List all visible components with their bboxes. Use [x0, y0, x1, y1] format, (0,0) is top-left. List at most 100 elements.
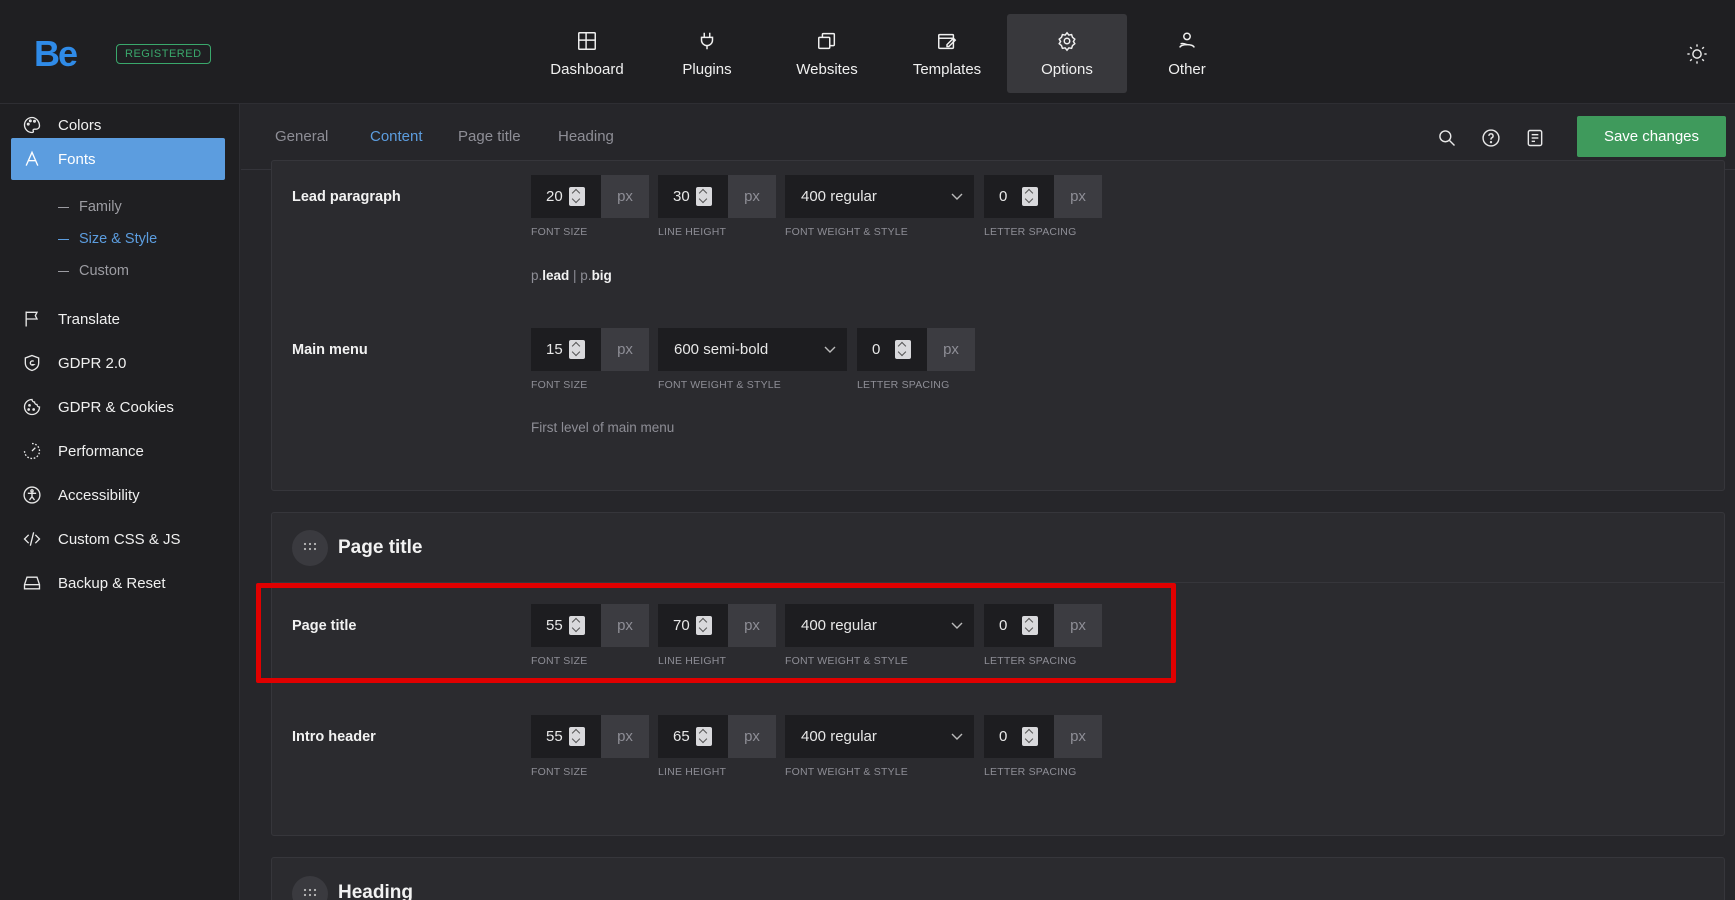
font-size-input[interactable]: 20 — [531, 175, 601, 218]
templates-icon — [938, 33, 957, 49]
nav-label: Options — [1041, 60, 1093, 78]
drag-handle-icon[interactable] — [292, 530, 328, 566]
sidebar: Colors Fonts Family Size & Style Custom … — [0, 104, 240, 900]
stepper-icon[interactable] — [696, 187, 712, 206]
gear-icon — [1058, 31, 1076, 51]
letter-spacing-input[interactable]: 0 — [984, 175, 1054, 218]
font-weight-select[interactable]: 400 regular — [785, 715, 974, 758]
other-icon — [1179, 31, 1195, 48]
highlight-box — [256, 583, 1176, 683]
field-label: FONT SIZE — [531, 766, 588, 778]
gauge-icon — [23, 442, 41, 460]
chevron-down-icon — [951, 193, 963, 200]
font-size-field: 55 px — [531, 715, 649, 758]
unit-label: px — [601, 715, 649, 758]
registered-badge: REGISTERED — [116, 44, 211, 64]
sidebar-item-gdpr2[interactable]: GDPR 2.0 — [11, 342, 225, 384]
line-height-input[interactable]: 30 — [658, 175, 728, 218]
font-weight-select[interactable]: 400 regular — [785, 175, 974, 218]
value: 65 — [673, 728, 690, 745]
field-label: FONT WEIGHT & STYLE — [658, 379, 782, 391]
card-header: Page title — [272, 513, 1724, 583]
font-weight-select[interactable]: 600 semi-bold — [658, 328, 847, 371]
sidebar-item-custom-css-js[interactable]: Custom CSS & JS — [11, 518, 225, 560]
sidebar-item-label: GDPR 2.0 — [58, 354, 127, 372]
css-selector-note: p.lead | p.big — [531, 268, 612, 283]
menu-note: First level of main menu — [531, 420, 675, 435]
nav-options[interactable]: Options — [1007, 14, 1127, 93]
plug-icon — [700, 32, 714, 49]
notes-icon[interactable] — [1525, 128, 1545, 148]
line-height-input[interactable]: 65 — [658, 715, 728, 758]
nav-other[interactable]: Other — [1127, 14, 1247, 93]
sidebar-sub-size-style[interactable]: Size & Style — [58, 231, 157, 247]
nav-label: Plugins — [682, 60, 732, 78]
line-height-field: 65 px — [658, 715, 776, 758]
sun-icon[interactable] — [1686, 43, 1708, 65]
stepper-icon[interactable] — [1022, 727, 1038, 746]
cookie-icon — [23, 398, 41, 416]
font-size-input[interactable]: 15 — [531, 328, 601, 371]
sidebar-item-fonts[interactable]: Fonts — [11, 138, 225, 180]
drag-handle-icon[interactable] — [292, 876, 328, 900]
font-icon — [25, 150, 39, 166]
section-title: Heading — [338, 882, 413, 900]
main-nav: Dashboard Plugins Websites Templates Opt… — [527, 14, 1247, 93]
value: 600 semi-bold — [674, 341, 769, 358]
letter-spacing-field: 0 px — [984, 715, 1102, 758]
row-label: Lead paragraph — [292, 189, 401, 205]
note-text: p. — [580, 268, 592, 283]
sidebar-item-backup-reset[interactable]: Backup & Reset — [11, 562, 225, 604]
heading-card: Heading — [271, 857, 1725, 900]
value: 55 — [546, 728, 563, 745]
field-label: FONT SIZE — [531, 379, 588, 391]
chevron-down-icon — [951, 733, 963, 740]
nav-label: Dashboard — [550, 60, 624, 78]
sidebar-item-performance[interactable]: Performance — [11, 430, 225, 472]
font-size-field: 20 px — [531, 175, 649, 218]
stepper-icon[interactable] — [895, 340, 911, 359]
letter-spacing-input[interactable]: 0 — [857, 328, 927, 371]
websites-icon — [818, 32, 836, 49]
sidebar-item-translate[interactable]: Translate — [11, 298, 225, 340]
sidebar-item-accessibility[interactable]: Accessibility — [11, 474, 225, 516]
font-size-field: 15 px — [531, 328, 649, 371]
line-height-field: 30 px — [658, 175, 776, 218]
sidebar-sub-custom[interactable]: Custom — [58, 263, 129, 279]
save-button[interactable]: Save changes — [1577, 116, 1726, 157]
nav-plugins[interactable]: Plugins — [647, 14, 767, 93]
letter-spacing-input[interactable]: 0 — [984, 715, 1054, 758]
sidebar-item-label: Fonts — [58, 150, 96, 168]
logo[interactable]: Be — [34, 33, 78, 75]
stepper-icon[interactable] — [569, 187, 585, 206]
stepper-icon[interactable] — [696, 727, 712, 746]
sidebar-sub-label: Family — [79, 199, 122, 215]
letter-spacing-field: 0 px — [857, 328, 975, 371]
unit-label: px — [601, 175, 649, 218]
sidebar-item-gdpr-cookies[interactable]: GDPR & Cookies — [11, 386, 225, 428]
note-text: lead — [542, 268, 570, 283]
sidebar-sub-family[interactable]: Family — [58, 199, 122, 215]
nav-templates[interactable]: Templates — [887, 14, 1007, 93]
palette-icon — [23, 116, 41, 134]
sidebar-item-label: Custom CSS & JS — [58, 530, 181, 548]
stepper-icon[interactable] — [1022, 187, 1038, 206]
search-icon[interactable] — [1437, 128, 1457, 148]
unit-label: px — [1054, 715, 1102, 758]
sidebar-item-label: GDPR & Cookies — [58, 398, 174, 416]
nav-websites[interactable]: Websites — [767, 14, 887, 93]
section-title: Page title — [338, 537, 423, 558]
field-label: FONT WEIGHT & STYLE — [785, 226, 909, 238]
sidebar-sub-label: Size & Style — [79, 231, 158, 247]
stepper-icon[interactable] — [569, 340, 585, 359]
value: 20 — [546, 188, 563, 205]
stepper-icon[interactable] — [569, 727, 585, 746]
font-size-input[interactable]: 55 — [531, 715, 601, 758]
unit-label: px — [728, 175, 776, 218]
row-label: Main menu — [292, 342, 368, 358]
help-icon[interactable] — [1481, 128, 1501, 148]
sidebar-item-label: Accessibility — [58, 486, 140, 504]
nav-dashboard[interactable]: Dashboard — [527, 14, 647, 93]
sidebar-item-label: Translate — [58, 310, 120, 328]
nav-label: Templates — [912, 60, 982, 78]
